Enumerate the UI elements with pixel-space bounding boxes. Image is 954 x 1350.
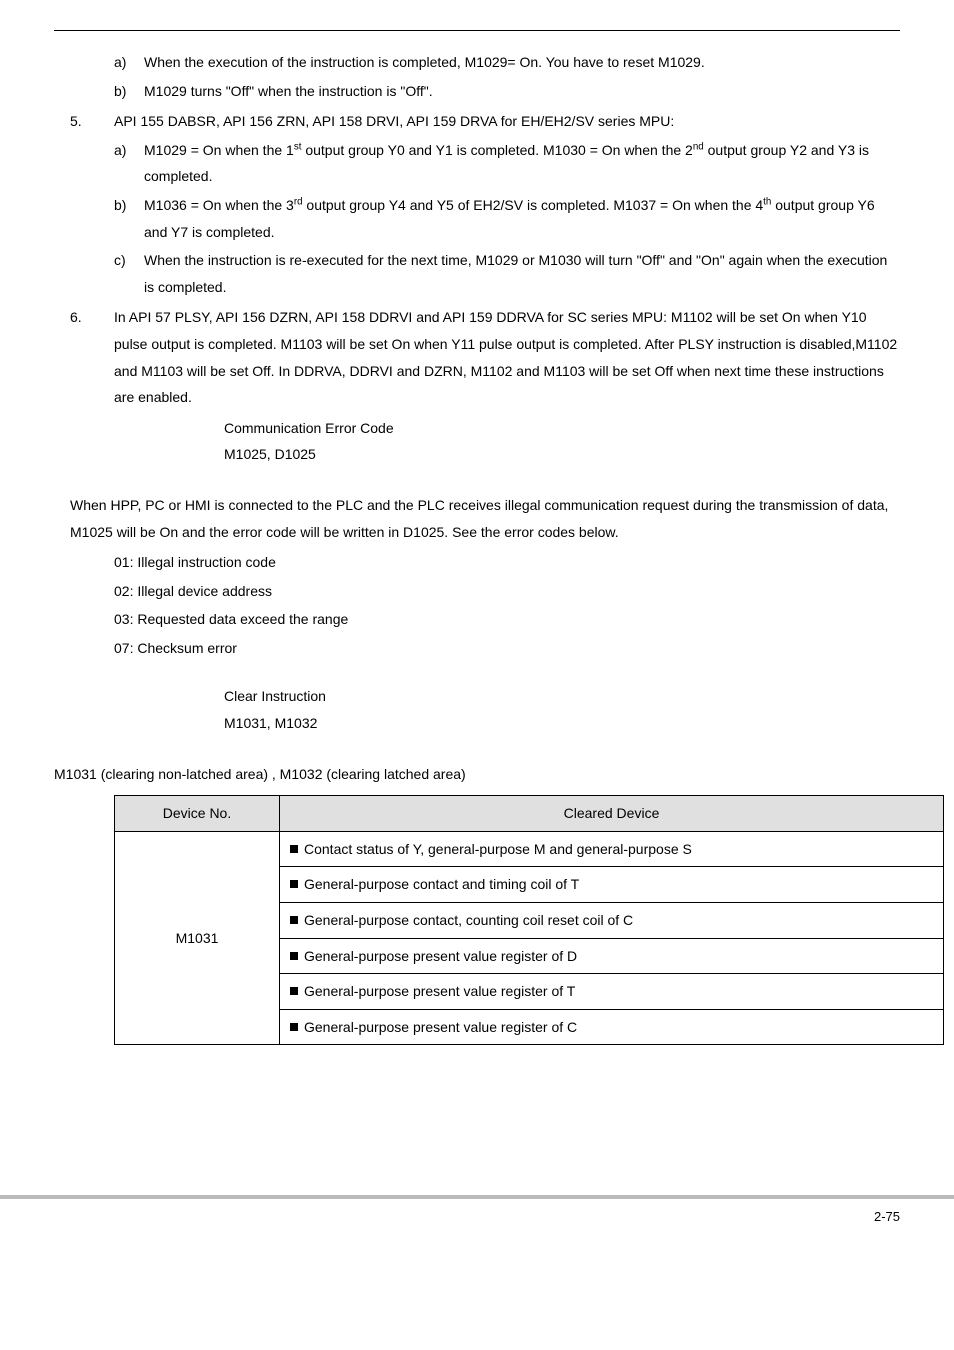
cell: General-purpose contact, counting coil r… [280, 903, 944, 939]
text: M1029 = On when the 1st output group Y0 … [144, 137, 900, 190]
t: General-purpose present value register o… [304, 948, 577, 964]
device-cell: M1031 [115, 831, 280, 1045]
t: M1036 = On when the 3 [144, 197, 294, 213]
cell: General-purpose contact and timing coil … [280, 867, 944, 903]
code-07: 07: Checksum error [114, 635, 900, 662]
t: General-purpose present value register o… [304, 1019, 577, 1035]
sup: nd [693, 141, 704, 152]
list-item: a) When the execution of the instruction… [114, 49, 900, 76]
cell: General-purpose present value register o… [280, 938, 944, 974]
th-cleared: Cleared Device [280, 796, 944, 832]
list-item: a) M1029 = On when the 1st output group … [114, 137, 900, 190]
t: Contact status of Y, general-purpose M a… [304, 841, 692, 857]
t: General-purpose present value register o… [304, 983, 575, 999]
marker-b: b) [114, 192, 144, 245]
t: output group Y0 and Y1 is completed. M10… [301, 142, 692, 158]
code-01: 01: Illegal instruction code [114, 549, 900, 576]
t: output group Y4 and Y5 of EH2/SV is comp… [303, 197, 764, 213]
top-rule [54, 30, 900, 31]
text: M1036 = On when the 3rd output group Y4 … [144, 192, 900, 245]
title: Communication Error Code [224, 415, 900, 442]
cell: General-purpose present value register o… [280, 1009, 944, 1045]
cleared-device-table: Device No. Cleared Device M1031 Contact … [114, 795, 944, 1045]
text: M1029 turns "Off" when the instruction i… [144, 78, 900, 105]
t: General-purpose contact, counting coil r… [304, 912, 633, 928]
marker-5: 5. [70, 108, 114, 302]
th-device: Device No. [115, 796, 280, 832]
square-bullet-icon [290, 1023, 298, 1031]
text: When the execution of the instruction is… [144, 49, 900, 76]
code-03: 03: Requested data exceed the range [114, 606, 900, 633]
t: General-purpose contact and timing coil … [304, 876, 579, 892]
page-number: 2-75 [874, 1209, 900, 1224]
marker-b: b) [114, 78, 144, 105]
section-heading: Communication Error Code M1025, D1025 [224, 415, 900, 468]
title: Clear Instruction [224, 683, 900, 710]
section-heading: Clear Instruction M1031, M1032 [224, 683, 900, 736]
list-item: b) M1036 = On when the 3rd output group … [114, 192, 900, 245]
list-item: c) When the instruction is re-executed f… [114, 247, 900, 300]
refs: M1031, M1032 [224, 710, 900, 737]
sublist-ab: a) When the execution of the instruction… [114, 49, 900, 104]
cell: Contact status of Y, general-purpose M a… [280, 831, 944, 867]
list-item-6: 6. In API 57 PLSY, API 156 DZRN, API 158… [70, 304, 900, 410]
list-item: b) M1029 turns "Off" when the instructio… [114, 78, 900, 105]
square-bullet-icon [290, 916, 298, 924]
text: When the instruction is re-executed for … [144, 247, 900, 300]
square-bullet-icon [290, 880, 298, 888]
marker-a: a) [114, 49, 144, 76]
page-footer: 2-75 [0, 1195, 954, 1230]
paragraph: When HPP, PC or HMI is connected to the … [70, 492, 900, 545]
text: In API 57 PLSY, API 156 DZRN, API 158 DD… [114, 304, 900, 410]
refs: M1025, D1025 [224, 441, 900, 468]
list-item-5: 5. API 155 DABSR, API 156 ZRN, API 158 D… [70, 108, 900, 302]
cell: General-purpose present value register o… [280, 974, 944, 1010]
marker-6: 6. [70, 304, 114, 410]
content: API 155 DABSR, API 156 ZRN, API 158 DRVI… [114, 108, 900, 302]
square-bullet-icon [290, 845, 298, 853]
code-02: 02: Illegal device address [114, 578, 900, 605]
square-bullet-icon [290, 987, 298, 995]
sup: rd [294, 196, 303, 207]
square-bullet-icon [290, 952, 298, 960]
paragraph: M1031 (clearing non-latched area) , M103… [54, 761, 900, 788]
marker-a: a) [114, 137, 144, 190]
table-header-row: Device No. Cleared Device [115, 796, 944, 832]
sublist: a) M1029 = On when the 1st output group … [114, 137, 900, 301]
intro-text: API 155 DABSR, API 156 ZRN, API 158 DRVI… [114, 108, 900, 135]
table-row: M1031 Contact status of Y, general-purpo… [115, 831, 944, 867]
marker-c: c) [114, 247, 144, 300]
numbered-list: 5. API 155 DABSR, API 156 ZRN, API 158 D… [70, 108, 900, 411]
t: M1029 = On when the 1 [144, 142, 294, 158]
error-codes-list: 01: Illegal instruction code 02: Illegal… [114, 549, 900, 661]
